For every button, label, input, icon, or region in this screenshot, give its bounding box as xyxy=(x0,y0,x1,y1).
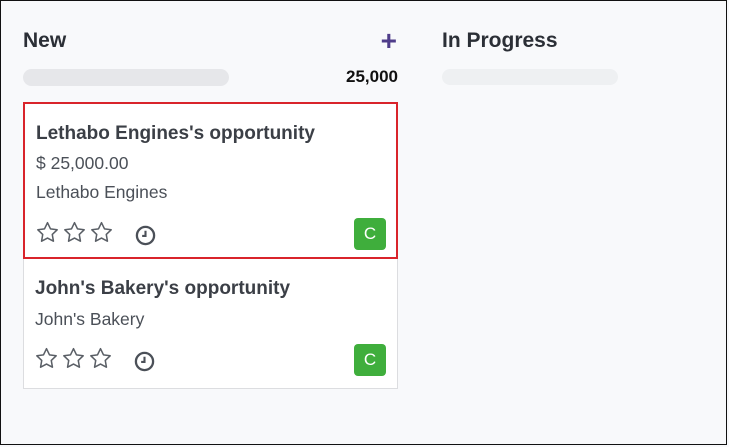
avatar[interactable]: C xyxy=(354,218,386,250)
star-icon[interactable] xyxy=(63,221,86,243)
star-icon[interactable] xyxy=(62,347,85,369)
column-title: In Progress xyxy=(442,29,558,52)
column-header: New + xyxy=(23,27,398,55)
opportunity-card[interactable]: Lethabo Engines's opportunity $ 25,000.0… xyxy=(23,102,398,259)
progress-bar[interactable] xyxy=(442,69,618,85)
column-progress xyxy=(442,67,702,87)
card-title: Lethabo Engines's opportunity xyxy=(36,123,315,144)
clock-icon[interactable] xyxy=(134,351,155,377)
card-title: John's Bakery's opportunity xyxy=(35,278,291,299)
star-icon[interactable] xyxy=(35,347,58,369)
column-progress: 25,000 xyxy=(23,67,398,87)
priority-stars xyxy=(35,347,112,369)
column-title: New xyxy=(23,29,67,52)
star-icon[interactable] xyxy=(90,221,113,243)
card-amount: $ 25,000.00 xyxy=(36,153,129,173)
priority-stars xyxy=(36,221,113,243)
column-total: 25,000 xyxy=(346,67,398,86)
opportunity-card[interactable]: John's Bakery's opportunity John's Baker… xyxy=(23,259,398,389)
star-icon[interactable] xyxy=(89,347,112,369)
avatar[interactable]: C xyxy=(354,344,386,376)
star-icon[interactable] xyxy=(36,221,59,243)
kanban-board: New + 25,000 Lethabo Engines's opportuni… xyxy=(0,0,727,445)
card-company: Lethabo Engines xyxy=(36,182,168,202)
card-company: John's Bakery xyxy=(35,309,145,329)
clock-icon[interactable] xyxy=(135,225,156,251)
column-header: In Progress xyxy=(442,27,702,55)
add-opportunity-button[interactable]: + xyxy=(381,27,397,55)
progress-bar[interactable] xyxy=(23,68,229,86)
